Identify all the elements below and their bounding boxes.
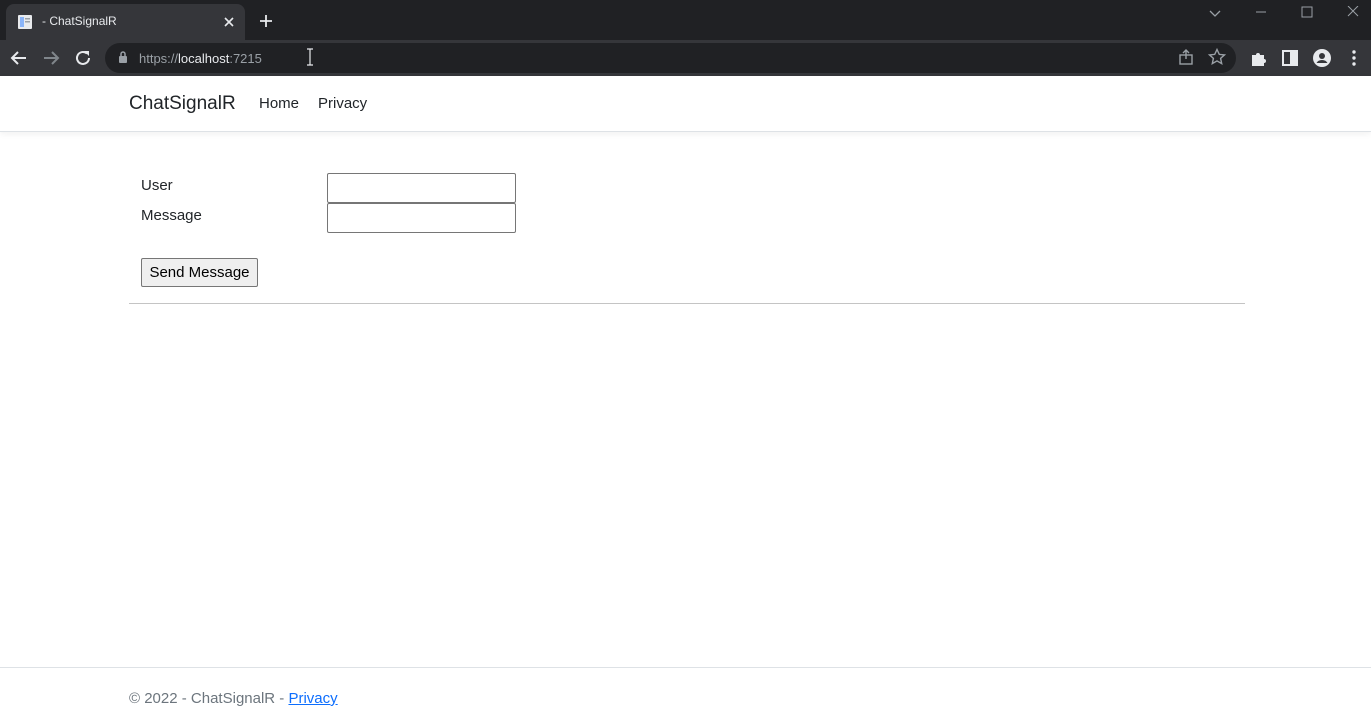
window-close-icon[interactable] [1330,0,1371,28]
url-scheme: https:// [139,51,179,66]
browser-tabstrip: - ChatSignalR [0,0,1371,40]
browser-tab[interactable]: - ChatSignalR [6,4,245,40]
new-tab-icon[interactable] [256,11,276,31]
site-footer: © 2022 - ChatSignalR - Privacy [0,667,1371,726]
browser-toolbar: https://localhost:7215 [0,40,1371,76]
url-port: :7215 [229,51,262,66]
extensions-puzzle-icon[interactable] [1247,47,1269,69]
lock-icon[interactable] [117,50,129,69]
url-text: https://localhost:7215 [139,51,262,66]
navbar-brand[interactable]: ChatSignalR [129,93,236,115]
maximize-icon[interactable] [1284,0,1330,28]
message-label: Message [141,207,202,224]
forward-arrow-icon[interactable] [40,47,62,69]
url-host: localhost [178,51,230,66]
close-tab-icon[interactable] [219,12,239,32]
profile-avatar-icon[interactable] [1311,47,1333,69]
minimize-icon[interactable] [1238,0,1284,28]
send-message-button[interactable]: Send Message [141,258,258,287]
bookmark-star-icon[interactable] [1207,47,1227,72]
user-input[interactable] [327,173,516,203]
user-label: User [141,177,173,194]
browser-menu-icon[interactable] [1343,47,1365,69]
page-favicon-icon [17,14,33,30]
nav-link-home[interactable]: Home [259,95,299,112]
back-arrow-icon[interactable] [8,47,30,69]
reload-icon[interactable] [72,47,94,69]
tab-title: - ChatSignalR [42,14,117,28]
side-panel-icon[interactable] [1279,47,1301,69]
footer-text: © 2022 - ChatSignalR - Privacy [129,690,338,707]
tab-search-chevron-down-icon[interactable] [1192,0,1238,28]
text-cursor-icon [306,48,314,71]
address-bar[interactable]: https://localhost:7215 [105,43,1236,73]
footer-privacy-link[interactable]: Privacy [288,690,337,707]
nav-link-privacy[interactable]: Privacy [318,95,367,112]
site-navbar: ChatSignalR Home Privacy [0,76,1371,132]
message-input[interactable] [327,203,516,233]
messages-divider [129,303,1245,304]
footer-copyright: © 2022 - ChatSignalR - [129,690,289,707]
share-icon[interactable] [1176,47,1196,72]
